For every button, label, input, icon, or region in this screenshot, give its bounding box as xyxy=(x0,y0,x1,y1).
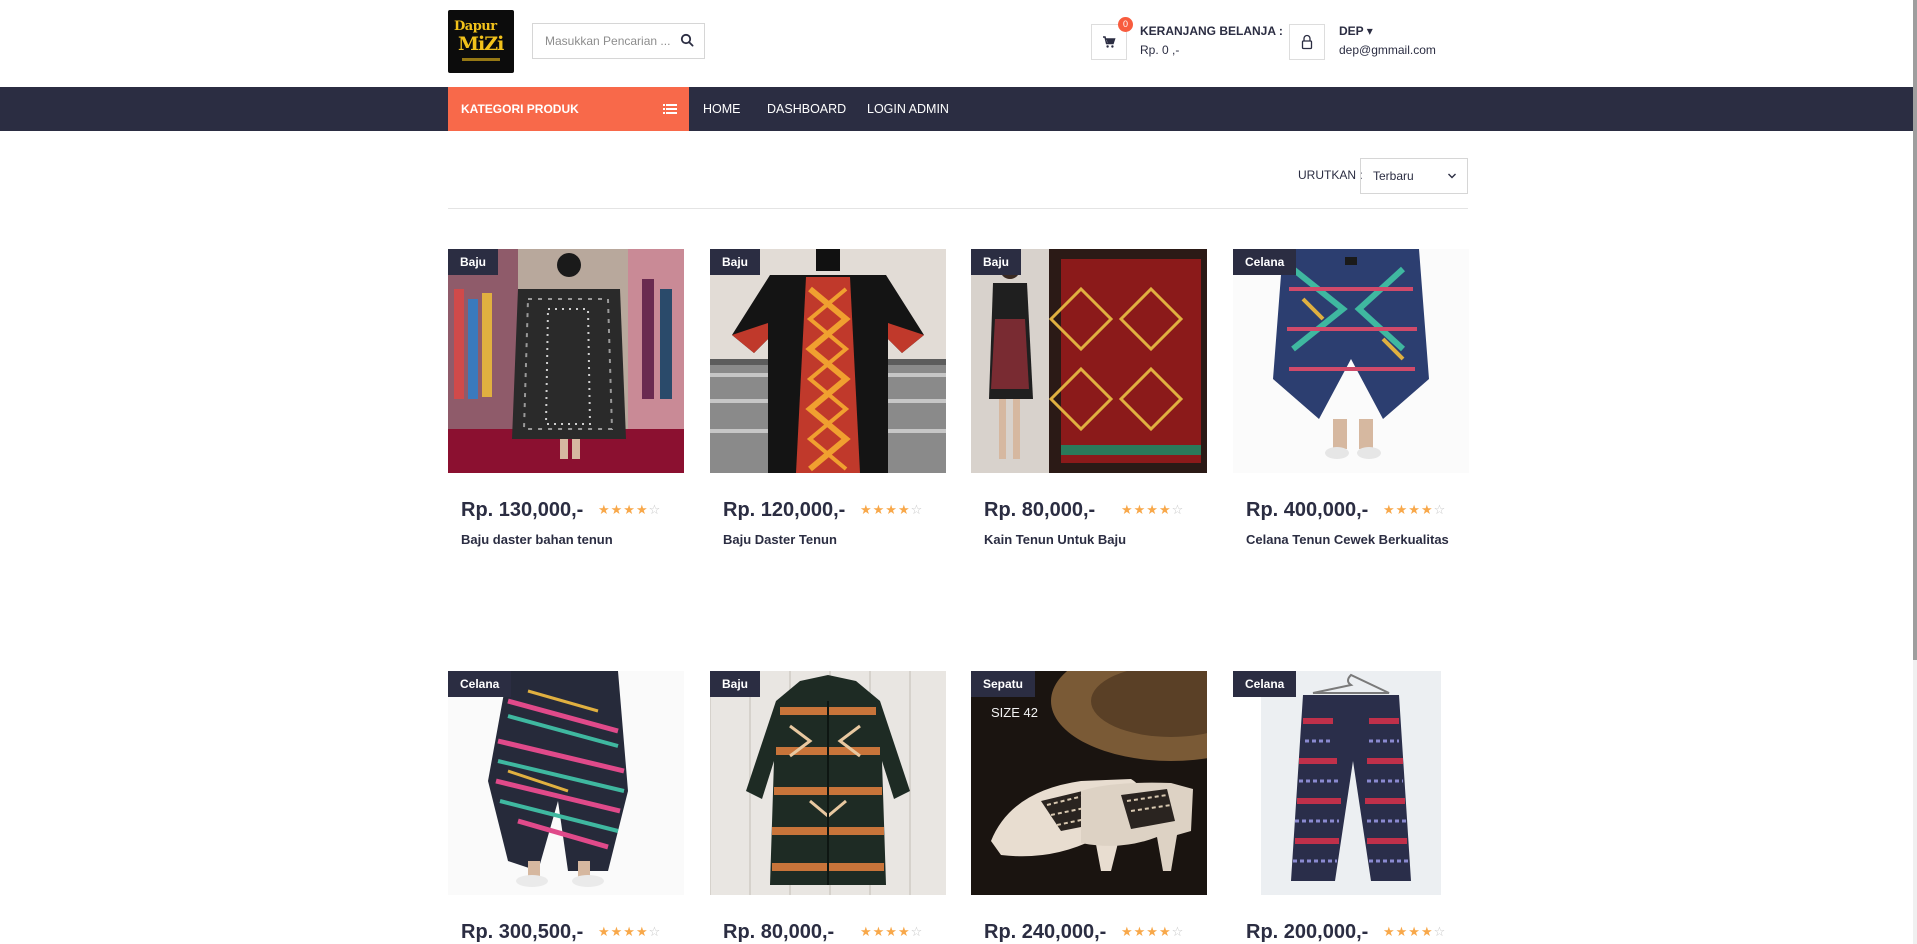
search-input[interactable] xyxy=(533,24,671,58)
logo-text-main: MiZi xyxy=(458,33,504,55)
product-rating: ★★★★☆ xyxy=(1121,924,1184,940)
star-filled-icon: ★★★★ xyxy=(1121,924,1172,939)
site-header: Dapur MiZi 0 KERANJANG BELANJA : Rp. 0 ,… xyxy=(0,0,1917,87)
star-empty-icon: ☆ xyxy=(910,502,924,517)
star-empty-icon: ☆ xyxy=(648,502,662,517)
product-name[interactable]: Baju daster bahan tenun xyxy=(461,532,676,548)
logo-underline xyxy=(462,58,500,61)
product-price: Rp. 240,000,- xyxy=(984,921,1107,943)
product-image[interactable] xyxy=(971,249,1207,473)
product-image[interactable] xyxy=(448,671,684,895)
category-menu-button[interactable]: KATEGORI PRODUK xyxy=(448,87,689,131)
product-category-badge: Baju xyxy=(971,249,1022,275)
product-rating: ★★★★☆ xyxy=(598,502,661,518)
sort-label: URUTKAN : xyxy=(1298,168,1363,182)
star-empty-icon: ☆ xyxy=(1171,924,1185,939)
user-account-button[interactable] xyxy=(1289,24,1325,60)
product-category-badge: Baju xyxy=(710,671,761,697)
product-image[interactable] xyxy=(1233,249,1469,473)
nav-login-admin-link[interactable]: LOGIN ADMIN xyxy=(867,102,949,116)
user-lock-icon xyxy=(1301,34,1313,50)
star-empty-icon: ☆ xyxy=(1171,502,1185,517)
cart-count-badge: 0 xyxy=(1118,17,1133,32)
star-filled-icon: ★★★★ xyxy=(598,924,649,939)
cart-icon xyxy=(1103,36,1116,48)
product-rating: ★★★★☆ xyxy=(860,502,923,518)
sort-selected-value: Terbaru xyxy=(1373,169,1414,183)
category-menu-label: KATEGORI PRODUK xyxy=(461,102,579,116)
star-filled-icon: ★★★★ xyxy=(860,502,911,517)
product-price: Rp. 120,000,- xyxy=(723,499,846,521)
product-rating: ★★★★☆ xyxy=(1121,502,1184,518)
star-empty-icon: ☆ xyxy=(910,924,924,939)
star-filled-icon: ★★★★ xyxy=(598,502,649,517)
product-price: Rp. 400,000,- xyxy=(1246,499,1369,521)
product-price: Rp. 200,000,- xyxy=(1246,921,1369,943)
logo-text-top: Dapur xyxy=(454,19,497,34)
store-logo[interactable]: Dapur MiZi xyxy=(448,10,514,73)
cart-title: KERANJANG BELANJA : xyxy=(1140,24,1283,38)
product-image-caption: SIZE 42 xyxy=(991,705,1038,720)
search-bar xyxy=(532,23,705,59)
product-category-badge: Baju xyxy=(710,249,761,275)
product-price: Rp. 300,500,- xyxy=(461,921,584,943)
product-image[interactable] xyxy=(710,249,946,473)
nav-dashboard-link[interactable]: DASHBOARD xyxy=(767,102,846,116)
cart-total: Rp. 0 ,- xyxy=(1140,43,1180,57)
star-empty-icon: ☆ xyxy=(648,924,662,939)
product-category-badge: Sepatu xyxy=(971,671,1036,697)
star-filled-icon: ★★★★ xyxy=(1383,924,1434,939)
product-category-badge: Baju xyxy=(448,249,499,275)
nav-home-link[interactable]: HOME xyxy=(703,102,741,116)
product-name[interactable]: Celana Tenun Cewek Berkualitas xyxy=(1246,532,1461,548)
product-name[interactable]: Baju Daster Tenun xyxy=(723,532,938,548)
product-rating: ★★★★☆ xyxy=(860,924,923,940)
product-category-badge: Celana xyxy=(1233,671,1297,697)
product-name[interactable]: Kain Tenun Untuk Baju xyxy=(984,532,1199,548)
scrollbar-thumb[interactable] xyxy=(1913,0,1917,660)
main-navigation: KATEGORI PRODUK HOME DASHBOARD LOGIN ADM… xyxy=(0,87,1917,131)
product-image[interactable] xyxy=(448,249,684,473)
user-email: dep@gmmail.com xyxy=(1339,43,1436,57)
product-rating: ★★★★☆ xyxy=(1383,924,1446,940)
product-image[interactable] xyxy=(710,671,946,895)
star-filled-icon: ★★★★ xyxy=(1383,502,1434,517)
list-icon xyxy=(663,104,677,114)
user-name-dropdown[interactable]: DEP ▾ xyxy=(1339,24,1373,38)
product-image[interactable] xyxy=(1233,671,1469,895)
product-category-badge: Celana xyxy=(448,671,512,697)
star-filled-icon: ★★★★ xyxy=(860,924,911,939)
product-price: Rp. 80,000,- xyxy=(984,499,1096,521)
product-category-badge: Celana xyxy=(1233,249,1297,275)
search-icon[interactable] xyxy=(680,33,696,49)
star-empty-icon: ☆ xyxy=(1433,502,1447,517)
sort-divider xyxy=(448,208,1468,209)
star-empty-icon: ☆ xyxy=(1433,924,1447,939)
product-rating: ★★★★☆ xyxy=(598,924,661,940)
chevron-down-icon xyxy=(1448,173,1456,179)
page-scrollbar[interactable] xyxy=(1913,0,1917,944)
star-filled-icon: ★★★★ xyxy=(1121,502,1172,517)
product-price: Rp. 130,000,- xyxy=(461,499,584,521)
product-rating: ★★★★☆ xyxy=(1383,502,1446,518)
product-price: Rp. 80,000,- xyxy=(723,921,835,943)
sort-select[interactable]: Terbaru xyxy=(1360,158,1468,194)
